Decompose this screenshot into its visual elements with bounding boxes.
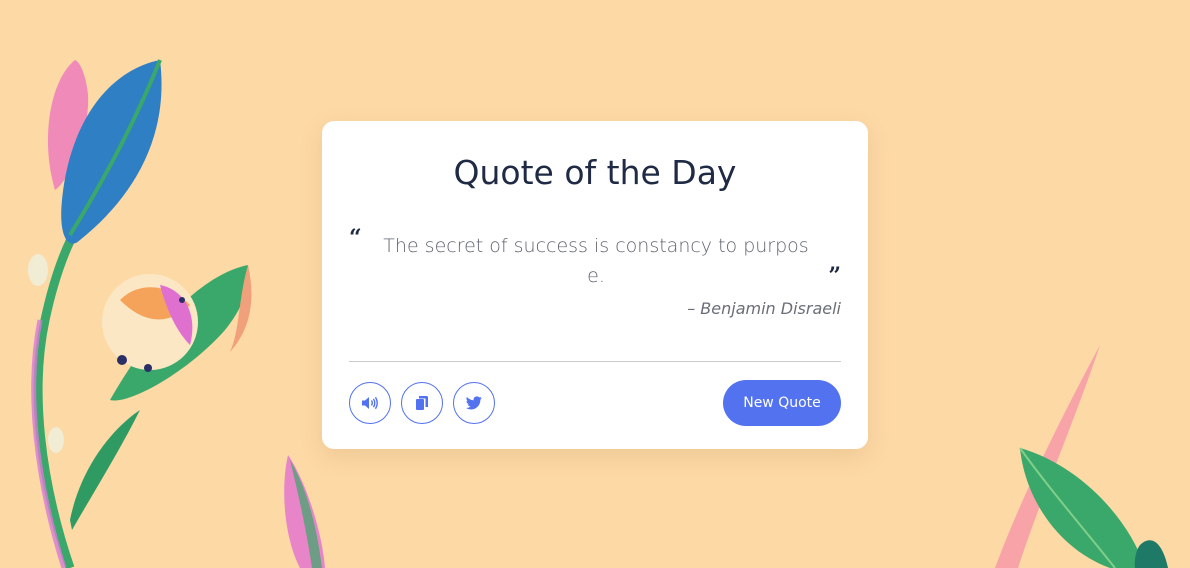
card-title: Quote of the Day xyxy=(453,153,737,192)
divider xyxy=(349,361,841,362)
close-quote-icon: ” xyxy=(828,263,841,289)
twitter-button[interactable] xyxy=(453,382,495,424)
quote-text: The secret of success is constancy to pu… xyxy=(383,235,809,287)
open-quote-icon: “ xyxy=(349,225,362,251)
new-quote-button[interactable]: New Quote xyxy=(723,380,841,426)
speaker-icon xyxy=(361,396,379,410)
quote-card: Quote of the Day “ The secret of success… xyxy=(322,121,868,449)
action-bar: New Quote xyxy=(349,380,841,426)
copy-icon xyxy=(415,395,429,411)
copy-button[interactable] xyxy=(401,382,443,424)
quote-author: – Benjamin Disraeli xyxy=(687,299,841,318)
quote-area: “ The secret of success is constancy to … xyxy=(349,227,841,291)
speak-button[interactable] xyxy=(349,382,391,424)
twitter-icon xyxy=(466,396,482,410)
